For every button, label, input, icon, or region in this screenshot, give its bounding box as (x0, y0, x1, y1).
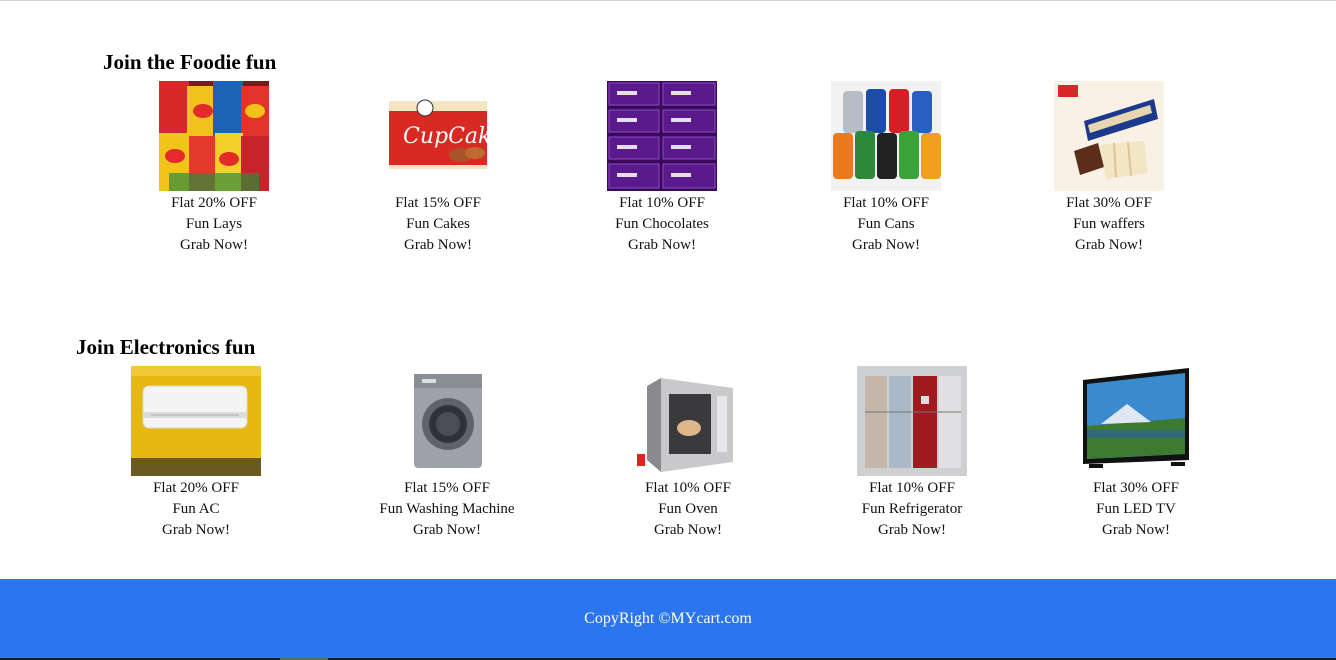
soda-cans-image[interactable] (831, 81, 941, 191)
product-card-led-tv[interactable]: Flat 30% OFF Fun LED TV Grab Now! (1026, 366, 1246, 541)
product-card-cans[interactable]: Flat 10% OFF Fun Cans Grab Now! (776, 81, 996, 256)
grab-now-link[interactable]: Grab Now! (328, 235, 548, 256)
product-name: Fun Cakes (406, 216, 470, 232)
air-conditioner-image[interactable] (131, 366, 261, 476)
footer: CopyRight ©MYcart.com (0, 579, 1336, 658)
product-card-ac[interactable]: Flat 20% OFF Fun AC Grab Now! (86, 366, 306, 541)
product-name: Fun Lays (185, 216, 243, 232)
grab-now-link[interactable]: Grab Now! (578, 520, 798, 541)
chocolate-bars-image[interactable] (607, 81, 717, 191)
grab-now-link[interactable]: Grab Now! (999, 235, 1219, 256)
microwave-oven-image[interactable] (633, 366, 743, 476)
lays-chips-image[interactable] (159, 81, 269, 191)
product-card-chocolates[interactable]: Flat 10% OFF Fun Chocolates Grab Now! (552, 81, 772, 256)
electronics-section-title: Join Electronics fun (76, 335, 256, 359)
top-divider (0, 0, 1336, 1)
offer-text: Flat 10% OFF (645, 480, 731, 496)
offer-text: Flat 15% OFF (395, 195, 481, 211)
grab-now-link[interactable]: Grab Now! (337, 520, 557, 541)
product-name: Fun Washing Machine (379, 501, 515, 517)
offer-text: Flat 10% OFF (619, 195, 705, 211)
grab-now-link[interactable]: Grab Now! (802, 520, 1022, 541)
product-card-lays[interactable]: Flat 20% OFF Fun Lays Grab Now! (104, 81, 324, 256)
grab-now-link[interactable]: Grab Now! (104, 235, 324, 256)
product-card-waffers[interactable]: Flat 30% OFF Fun waffers Grab Now! (999, 81, 1219, 256)
led-tv-image[interactable] (1081, 366, 1191, 476)
footer-copyright: CopyRight ©MYcart.com (584, 609, 752, 627)
refrigerator-image[interactable] (857, 366, 967, 476)
grab-now-link[interactable]: Grab Now! (1026, 520, 1246, 541)
cupcake-box-image[interactable]: CupCake (383, 81, 493, 191)
product-name: Fun AC (172, 501, 220, 517)
product-name: Fun LED TV (1096, 501, 1176, 517)
product-card-cakes[interactable]: CupCake Flat 15% OFF Fun Cakes Grab Now! (328, 81, 548, 256)
grab-now-link[interactable]: Grab Now! (552, 235, 772, 256)
product-name: Fun Chocolates (615, 216, 709, 232)
wafer-pack-image[interactable] (1054, 81, 1164, 191)
product-name: Fun Cans (857, 216, 915, 232)
grab-now-link[interactable]: Grab Now! (776, 235, 996, 256)
offer-text: Flat 30% OFF (1093, 480, 1179, 496)
offer-text: Flat 20% OFF (153, 480, 239, 496)
offer-text: Flat 20% OFF (171, 195, 257, 211)
product-name: Fun Oven (658, 501, 718, 517)
offer-text: Flat 30% OFF (1066, 195, 1152, 211)
product-name: Fun waffers (1073, 216, 1145, 232)
product-card-oven[interactable]: Flat 10% OFF Fun Oven Grab Now! (578, 366, 798, 541)
offer-text: Flat 10% OFF (843, 195, 929, 211)
product-card-washing-machine[interactable]: Flat 15% OFF Fun Washing Machine Grab No… (337, 366, 557, 541)
product-card-refrigerator[interactable]: Flat 10% OFF Fun Refrigerator Grab Now! (802, 366, 1022, 541)
offer-text: Flat 15% OFF (404, 480, 490, 496)
washing-machine-image[interactable] (392, 366, 502, 476)
grab-now-link[interactable]: Grab Now! (86, 520, 306, 541)
product-name: Fun Refrigerator (861, 501, 963, 517)
foodie-section-title: Join the Foodie fun (103, 50, 277, 74)
svg-text:CupCake: CupCake (403, 124, 493, 149)
offer-text: Flat 10% OFF (869, 480, 955, 496)
